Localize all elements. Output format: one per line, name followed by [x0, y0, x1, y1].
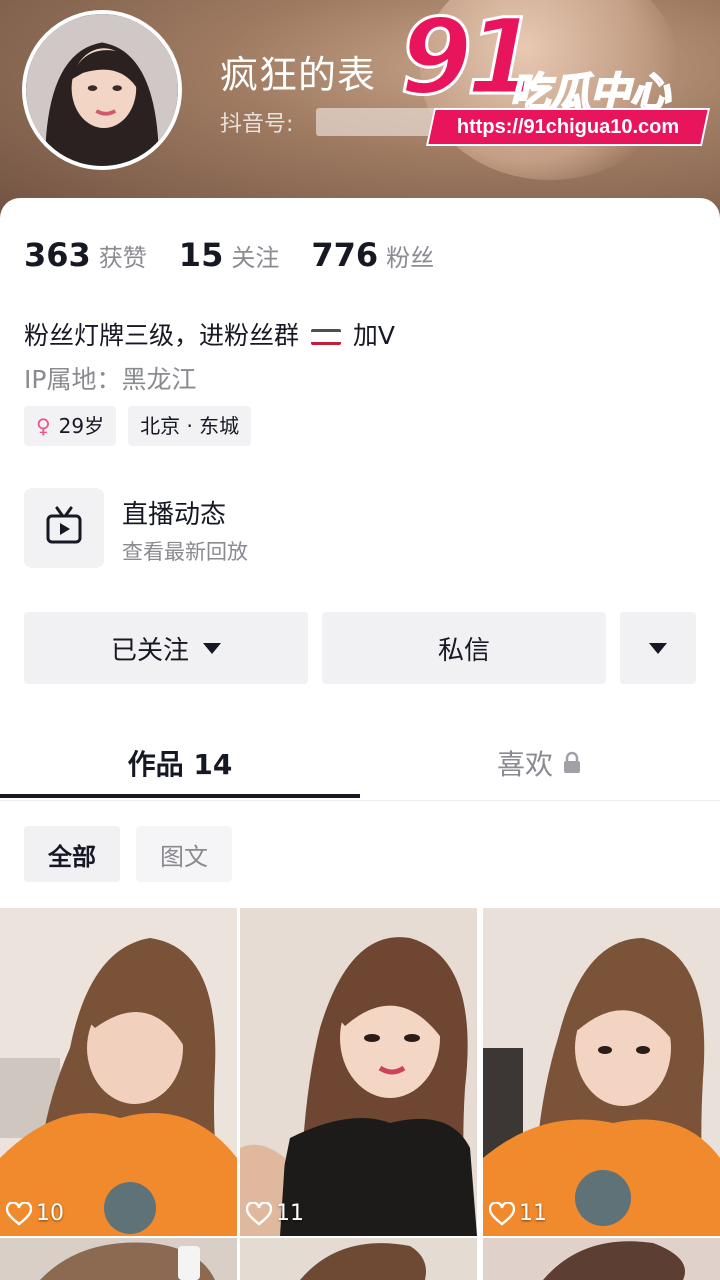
content-tabs: 作品 14 喜欢 — [0, 726, 720, 801]
work-thumbnail[interactable]: 11 — [483, 908, 720, 1236]
stat-followers[interactable]: 776 粉丝 — [311, 236, 434, 274]
stat-number: 15 — [178, 236, 224, 274]
age-label: 29岁 — [58, 414, 105, 438]
stat-label: 关注 — [231, 244, 280, 272]
heart-icon — [489, 1201, 515, 1226]
work-thumbnail-partial[interactable] — [0, 1238, 237, 1280]
location-tag: 北京 · 东城 — [128, 406, 252, 446]
message-button[interactable]: 私信 — [322, 612, 606, 684]
douyin-id-label: 抖音号: — [220, 112, 294, 137]
works-grid: 10 11 11 — [0, 908, 720, 1280]
work-thumbnail[interactable]: 11 — [240, 908, 477, 1236]
caret-down-icon — [649, 642, 667, 654]
more-dropdown-button[interactable] — [620, 612, 696, 684]
bio-text-part: 粉丝灯牌三级，进粉丝群 — [24, 321, 300, 350]
live-dynamic-entry[interactable]: 直播动态 查看最新回放 — [24, 488, 704, 568]
thumbnail-image — [483, 908, 720, 1236]
thumbnail-image — [483, 1238, 720, 1280]
followed-label: 已关注 — [110, 635, 189, 666]
tab-likes[interactable]: 喜欢 — [360, 726, 720, 800]
stats-row: 363 获赞 15 关注 776 粉丝 — [24, 236, 466, 274]
tv-icon — [24, 488, 104, 568]
followed-button[interactable]: 已关注 — [24, 612, 308, 684]
watermark-url-banner: https://91chigua10.com — [425, 108, 711, 146]
like-count: 11 — [246, 1201, 304, 1226]
work-thumbnail-partial[interactable] — [240, 1238, 477, 1280]
bio-text: 粉丝灯牌三级，进粉丝群 加V — [24, 316, 395, 352]
work-thumbnail[interactable]: 10 — [0, 908, 237, 1236]
stat-number: 776 — [311, 236, 379, 274]
stat-number: 363 — [24, 236, 91, 274]
tab-likes-label: 喜欢 — [496, 748, 553, 781]
tag-row: ♀ 29岁 北京 · 东城 — [24, 406, 263, 446]
heart-icon — [246, 1201, 272, 1226]
thumbnail-image — [240, 908, 477, 1236]
filter-chips: 全部 图文 — [24, 826, 248, 882]
filter-image-text[interactable]: 图文 — [136, 826, 232, 882]
watermark-url: https://91chigua10.com — [456, 116, 680, 138]
stat-likes[interactable]: 363 获赞 — [24, 236, 147, 274]
caret-down-icon — [203, 642, 221, 654]
like-count: 11 — [489, 1201, 547, 1226]
live-title: 直播动态 — [122, 500, 227, 530]
location-label: 北京 · 东城 — [140, 414, 240, 438]
thumbnail-image — [0, 1238, 237, 1280]
avatar[interactable] — [22, 10, 182, 170]
female-icon: ♀ — [36, 414, 51, 438]
like-count-value: 11 — [276, 1201, 304, 1226]
filter-all[interactable]: 全部 — [24, 826, 120, 882]
message-label: 私信 — [437, 635, 490, 666]
like-count: 10 — [6, 1201, 64, 1226]
thumbnail-image — [240, 1238, 477, 1280]
like-count-value: 11 — [519, 1201, 547, 1226]
lock-icon — [564, 751, 580, 773]
ip-location: IP属地：黑龙江 — [24, 365, 197, 394]
thumbnail-image — [0, 908, 237, 1236]
work-thumbnail-partial[interactable] — [483, 1238, 720, 1280]
tab-works[interactable]: 作品 14 — [0, 726, 360, 800]
stat-label: 粉丝 — [386, 244, 435, 272]
profile-header: 疯狂的表 抖音号: 91 吃瓜中心 https://91chigua10.com — [0, 0, 720, 225]
heart-icon — [6, 1201, 32, 1226]
profile-sheet: 363 获赞 15 关注 776 粉丝 粉丝灯牌三级，进粉丝群 加V IP属地：… — [0, 198, 720, 1280]
avatar-image — [26, 14, 178, 166]
stat-following[interactable]: 15 关注 — [179, 236, 280, 274]
redacted-mark — [310, 329, 341, 345]
age-tag: ♀ 29岁 — [24, 406, 117, 446]
stat-label: 获赞 — [98, 244, 147, 272]
bio-text-part: 加V — [352, 321, 396, 350]
live-subtitle: 查看最新回放 — [122, 540, 248, 564]
like-count-value: 10 — [36, 1201, 64, 1226]
active-tab-indicator — [0, 794, 360, 798]
tab-works-label: 作品 14 — [127, 748, 233, 781]
nickname: 疯狂的表 — [220, 53, 377, 97]
